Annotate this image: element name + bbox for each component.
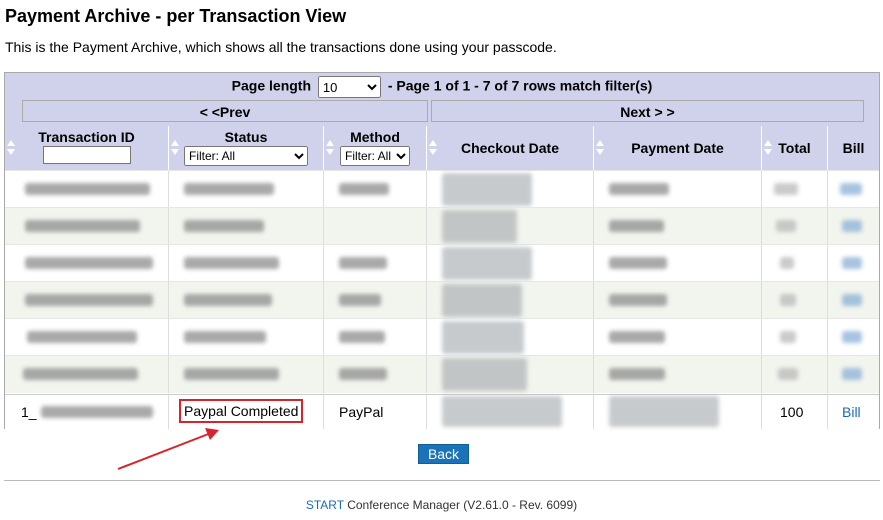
- start-link[interactable]: START: [306, 498, 344, 512]
- back-button[interactable]: Back: [418, 444, 469, 464]
- footer: START Conference Manager (V2.61.0 - Rev.…: [0, 498, 883, 512]
- footer-version-text: Conference Manager (V2.61.0 - Rev. 6099): [343, 498, 578, 512]
- footer-divider: [4, 480, 880, 481]
- red-arrow-annotation: [117, 428, 219, 470]
